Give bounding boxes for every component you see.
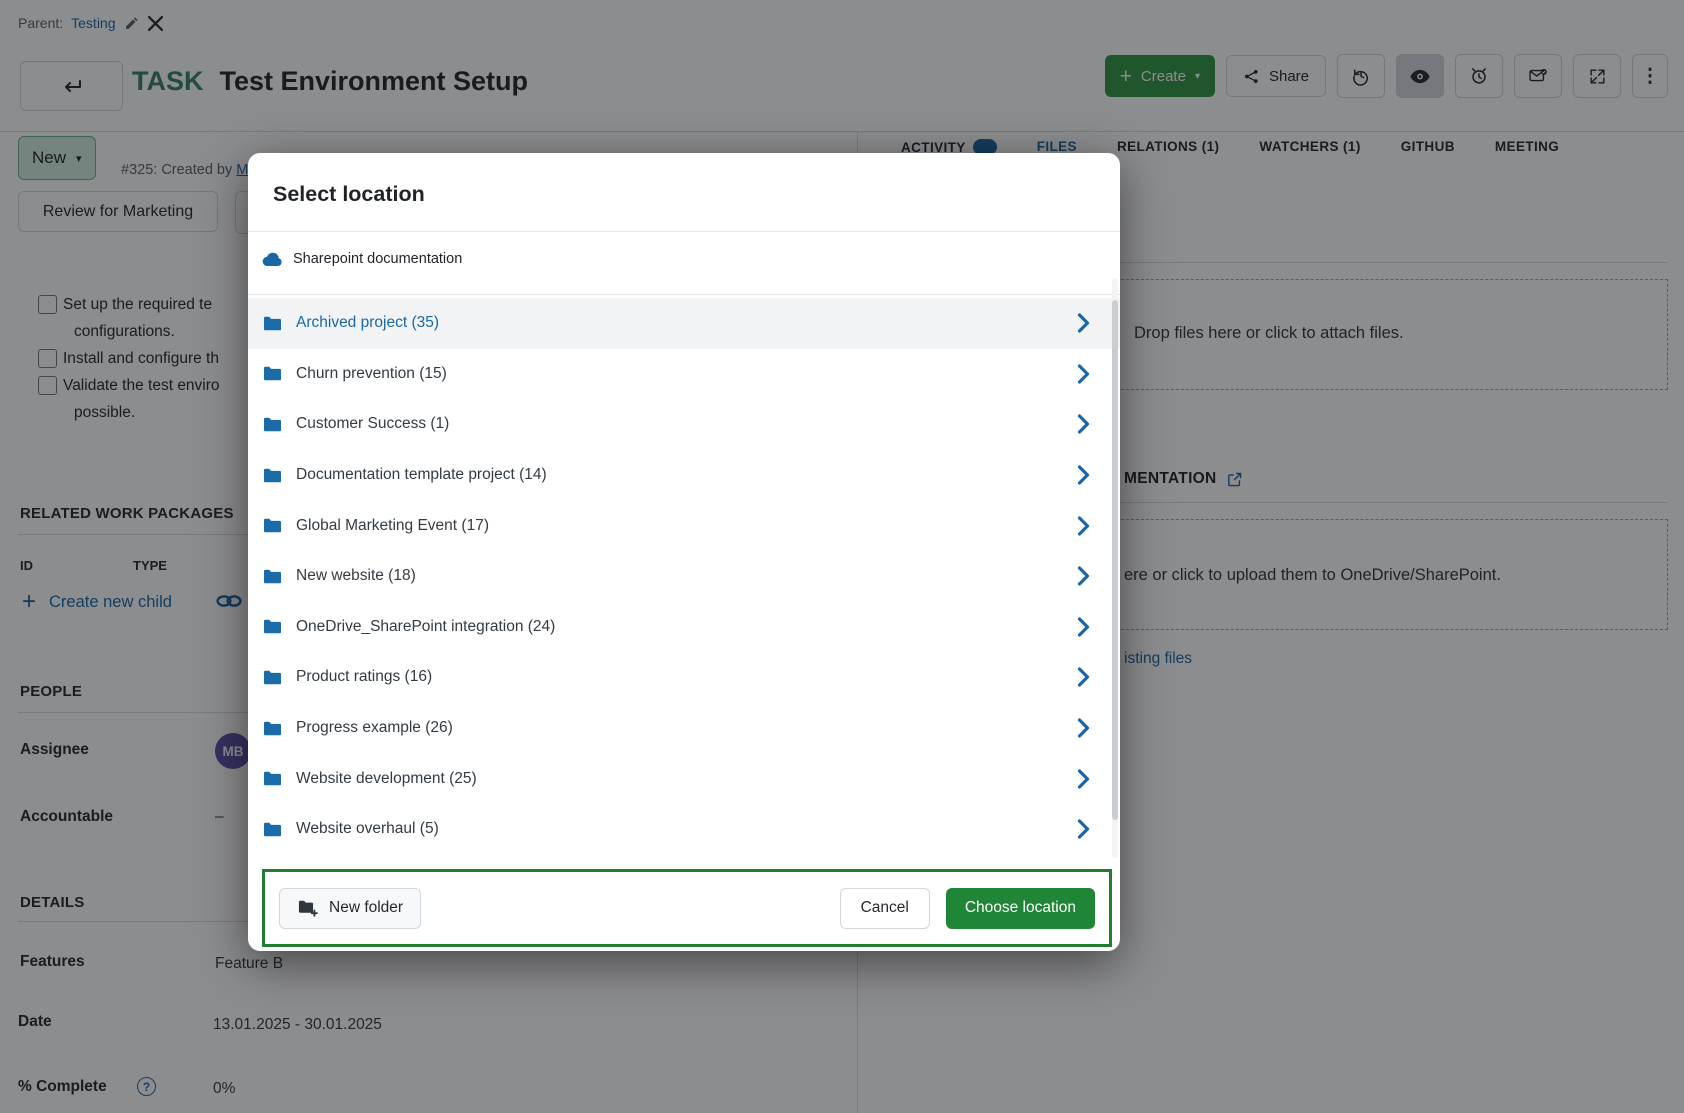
choose-location-button[interactable]: Choose location: [946, 888, 1095, 929]
folder-row[interactable]: Documentation template project (14): [248, 450, 1120, 501]
cloud-icon: [262, 251, 283, 267]
folder-icon: [262, 568, 283, 585]
folder-icon: [262, 467, 283, 484]
chevron-right-icon[interactable]: [1077, 667, 1090, 688]
chevron-right-icon[interactable]: [1077, 566, 1090, 587]
chevron-right-icon[interactable]: [1077, 768, 1090, 789]
folder-row[interactable]: Archived project (35): [248, 298, 1120, 349]
modal-header-divider: [248, 231, 1120, 232]
chevron-right-icon[interactable]: [1077, 465, 1090, 486]
folder-label: Churn prevention (15): [296, 365, 447, 383]
folder-label: OneDrive_SharePoint integration (24): [296, 618, 555, 636]
folder-icon: [262, 517, 283, 534]
folder-label: New website (18): [296, 567, 416, 585]
chevron-right-icon[interactable]: [1077, 616, 1090, 637]
folder-icon: [262, 618, 283, 635]
modal-list-divider: [248, 294, 1120, 295]
modal-footer: New folder Cancel Choose location: [262, 869, 1112, 947]
chevron-right-icon[interactable]: [1077, 363, 1090, 384]
folder-row[interactable]: OneDrive_SharePoint integration (24): [248, 602, 1120, 653]
folder-label: Archived project (35): [296, 314, 439, 332]
choose-location-label: Choose location: [965, 899, 1076, 916]
folder-row[interactable]: Progress example (26): [248, 703, 1120, 754]
folder-icon: [262, 365, 283, 382]
new-folder-label: New folder: [329, 899, 403, 917]
app-screen: Parent: Testing TASKTest Environment Set…: [0, 0, 1684, 1113]
folder-plus-icon: [297, 899, 318, 917]
folder-label: Customer Success (1): [296, 415, 449, 433]
folder-icon: [262, 821, 283, 838]
folder-row[interactable]: Website development (25): [248, 753, 1120, 804]
chevron-right-icon[interactable]: [1077, 414, 1090, 435]
chevron-right-icon[interactable]: [1077, 515, 1090, 536]
folder-row[interactable]: New website (18): [248, 551, 1120, 602]
select-location-modal: Select location Sharepoint documentation…: [248, 153, 1120, 951]
modal-title: Select location: [273, 182, 425, 207]
folder-label: Documentation template project (14): [296, 466, 547, 484]
folder-row[interactable]: Churn prevention (15): [248, 349, 1120, 400]
folder-row[interactable]: Product ratings (16): [248, 652, 1120, 703]
folder-label: Global Marketing Event (17): [296, 517, 489, 535]
new-folder-button[interactable]: New folder: [279, 888, 421, 929]
cancel-button[interactable]: Cancel: [840, 888, 930, 929]
folder-row[interactable]: Customer Success (1): [248, 399, 1120, 450]
folder-icon: [262, 669, 283, 686]
folder-label: Product ratings (16): [296, 668, 432, 686]
modal-scrollbar-thumb[interactable]: [1112, 300, 1118, 820]
chevron-right-icon[interactable]: [1077, 718, 1090, 739]
folder-icon: [262, 770, 283, 787]
folder-row[interactable]: Website overhaul (5): [248, 804, 1120, 855]
folder-row[interactable]: Global Marketing Event (17): [248, 500, 1120, 551]
folder-icon: [262, 416, 283, 433]
folder-label: Website development (25): [296, 770, 477, 788]
folder-label: Progress example (26): [296, 719, 453, 737]
folder-icon: [262, 720, 283, 737]
folder-list: Archived project (35) Churn prevention (1…: [248, 298, 1120, 855]
chevron-right-icon[interactable]: [1077, 819, 1090, 840]
chevron-right-icon[interactable]: [1077, 313, 1090, 334]
folder-icon: [262, 315, 283, 332]
storage-root-label: Sharepoint documentation: [293, 251, 462, 267]
storage-root-item[interactable]: Sharepoint documentation: [262, 239, 462, 279]
folder-label: Website overhaul (5): [296, 820, 439, 838]
cancel-label: Cancel: [861, 899, 909, 916]
